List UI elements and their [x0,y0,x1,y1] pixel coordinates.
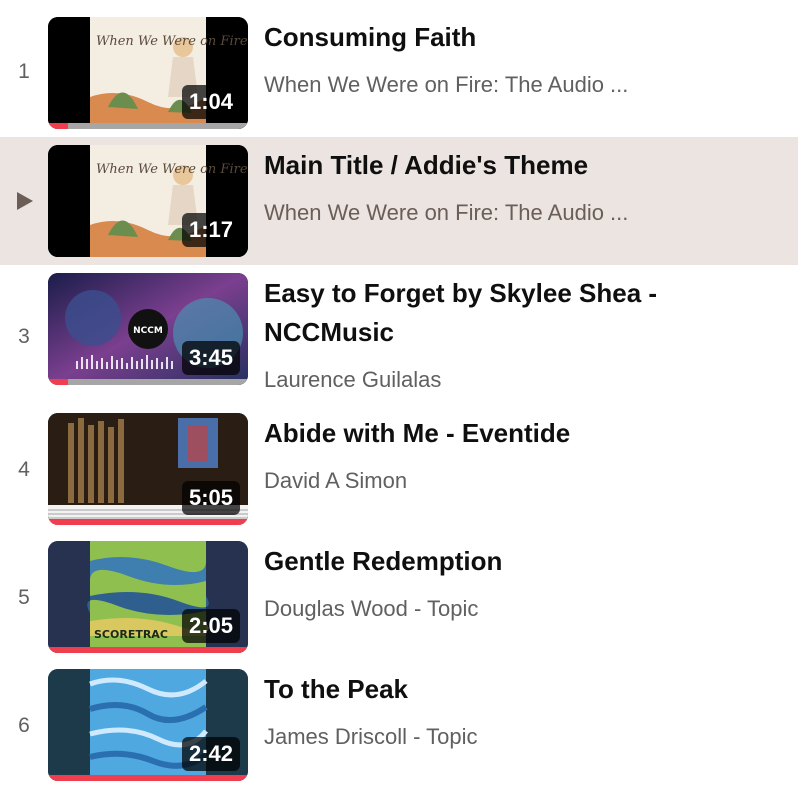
playlist-item-6[interactable]: 6 2:42 To the Peak James Driscoll - Topi… [0,661,798,789]
video-thumbnail[interactable]: NCCM 3:45 [48,273,248,385]
channel-name[interactable]: Douglas Wood - Topic [264,596,684,622]
video-thumbnail[interactable]: When We Were on Fire 1:17 [48,145,248,257]
duration-badge: 3:45 [181,341,240,375]
item-index: 3 [18,325,30,348]
playlist-item-5[interactable]: 5 SCORETRAC 2:05 Gentle Redemption Dougl… [0,533,798,661]
channel-name[interactable]: Laurence Guilalas [264,367,684,393]
channel-name[interactable]: When We Were on Fire: The Audio ... [264,72,684,98]
duration-badge: 1:04 [181,85,240,119]
video-thumbnail[interactable]: When We Were on Fire 1:04 [48,17,248,129]
item-index: 4 [18,458,30,481]
playlist-item-3[interactable]: 3 NCCM 3:45 Easy to Forget by Skylee She… [0,265,798,405]
video-title[interactable]: To the Peak [264,670,684,709]
thumb-text: When We Were on Fire [96,162,248,177]
playlist-item-2[interactable]: When We Were on Fire 1:17 Main Title / A… [0,137,798,265]
watch-progress-bar [48,647,248,653]
progress-track [48,123,248,129]
item-index: 1 [18,60,30,83]
video-title[interactable]: Easy to Forget by Skylee Shea - NCCMusic [264,274,684,352]
video-title[interactable]: Abide with Me - Eventide [264,414,684,453]
item-index: 6 [18,714,30,737]
video-thumbnail[interactable]: 5:05 [48,413,248,525]
duration-badge: 2:05 [181,609,240,643]
item-index: 5 [18,586,30,609]
playlist-item-1[interactable]: 1 When We Were on Fire 1:04 Consuming Fa… [0,0,798,137]
watch-progress-bar [48,519,248,525]
thumb-text: When We Were on Fire [96,34,248,49]
duration-badge: 1:17 [181,213,240,247]
channel-name[interactable]: When We Were on Fire: The Audio ... [264,200,684,226]
video-title[interactable]: Gentle Redemption [264,542,684,581]
watch-progress-bar [48,123,68,129]
video-title[interactable]: Consuming Faith [264,18,684,57]
play-triangle-icon [17,192,33,210]
playlist-item-4[interactable]: 4 5:05 Abide with Me - Eventide David A … [0,405,798,533]
watch-progress-bar [48,775,248,781]
playlist-panel: 1 When We Were on Fire 1:04 Consuming Fa… [0,0,798,794]
video-thumbnail[interactable]: SCORETRAC 2:05 [48,541,248,653]
progress-track [48,379,248,385]
video-title[interactable]: Main Title / Addie's Theme [264,146,684,185]
channel-name[interactable]: James Driscoll - Topic [264,724,684,750]
duration-badge: 2:42 [181,737,240,771]
duration-badge: 5:05 [181,481,240,515]
channel-name[interactable]: David A Simon [264,468,684,494]
thumb-text: SCORETRAC [94,628,168,641]
thumb-text: NCCM [133,326,163,336]
watch-progress-bar [48,379,68,385]
video-thumbnail[interactable]: 2:42 [48,669,248,781]
